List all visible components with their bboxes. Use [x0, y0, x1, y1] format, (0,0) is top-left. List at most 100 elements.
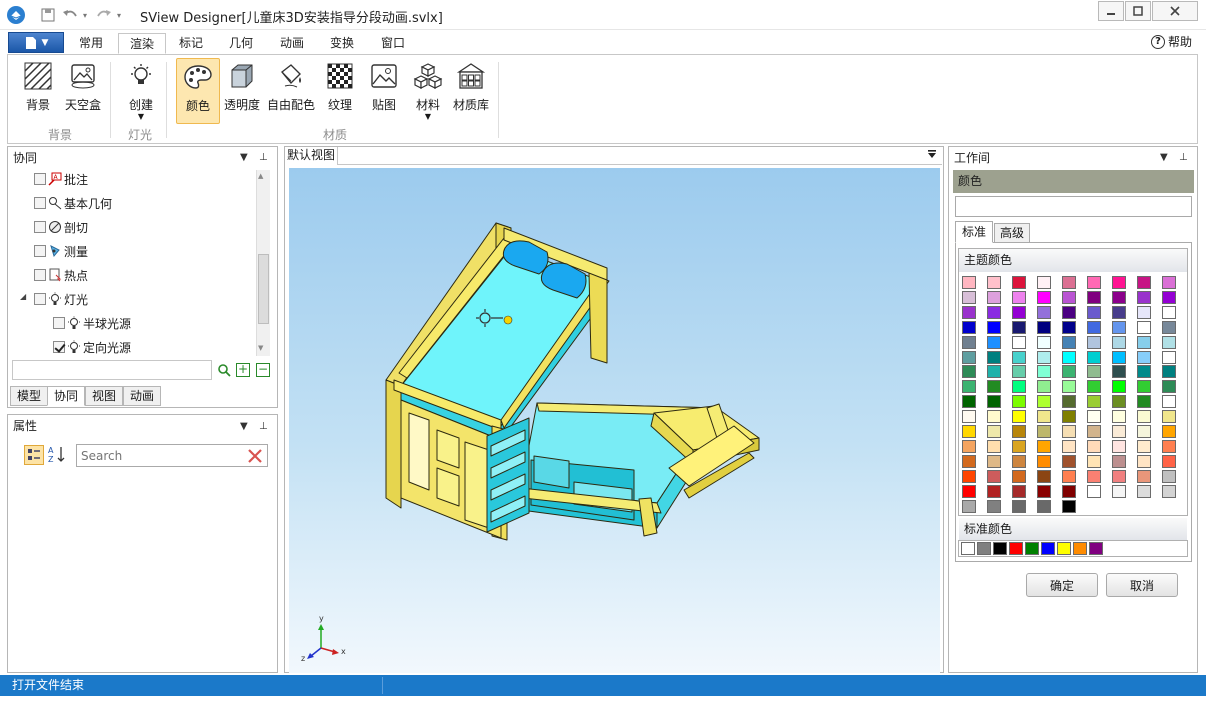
pin-icon[interactable]: ⊥ [259, 421, 268, 432]
standard-color-swatch[interactable] [1009, 542, 1023, 555]
color-swatch[interactable] [1087, 395, 1101, 409]
color-swatch[interactable] [1037, 395, 1051, 409]
color-swatch[interactable] [1087, 365, 1101, 379]
scroll-down-icon[interactable]: ▼ [258, 344, 263, 352]
color-swatch[interactable] [1012, 484, 1026, 498]
tab-common[interactable]: 常用 [68, 33, 114, 54]
tree-filter-input[interactable] [12, 360, 212, 380]
color-swatch[interactable] [1062, 350, 1076, 364]
collapse-all-icon[interactable]: − [256, 363, 270, 377]
color-swatch[interactable] [1137, 454, 1151, 468]
color-swatch[interactable] [1037, 425, 1051, 438]
color-swatch[interactable] [1012, 469, 1026, 483]
color-swatch[interactable] [1162, 454, 1176, 468]
redo-dropdown-icon[interactable]: ▾ [114, 5, 124, 25]
checkbox[interactable] [53, 317, 65, 329]
color-swatch[interactable] [1012, 380, 1026, 394]
color-swatch[interactable] [1137, 425, 1151, 438]
color-swatch[interactable] [1162, 395, 1176, 409]
viewport-tab[interactable]: 默认视图 [285, 147, 338, 165]
category-sort-button[interactable] [24, 445, 44, 465]
color-swatch[interactable] [987, 350, 1001, 364]
transparency-button[interactable]: 透明度 [222, 58, 262, 124]
tab-markup[interactable]: 标记 [168, 33, 214, 54]
color-swatch[interactable] [1012, 290, 1026, 304]
color-swatch[interactable] [1162, 469, 1176, 483]
bottom-tab-view[interactable]: 视图 [85, 386, 124, 406]
color-swatch[interactable] [962, 380, 976, 394]
color-name-input[interactable] [955, 196, 1192, 217]
color-swatch[interactable] [962, 305, 976, 319]
color-swatch[interactable] [962, 425, 976, 438]
color-swatch[interactable] [1037, 350, 1051, 364]
color-swatch[interactable] [987, 499, 1001, 513]
scrollbar-thumb[interactable] [258, 254, 269, 324]
color-swatch[interactable] [1112, 410, 1126, 424]
redo-icon[interactable] [94, 5, 114, 25]
color-swatch[interactable] [1062, 499, 1076, 513]
minimize-button[interactable] [1098, 1, 1124, 21]
bed-model[interactable] [289, 168, 940, 673]
color-swatch[interactable] [1162, 425, 1176, 438]
color-swatch[interactable] [1062, 425, 1076, 438]
color-swatch[interactable] [1062, 439, 1076, 453]
standard-color-swatch[interactable] [1089, 542, 1103, 555]
standard-color-swatch[interactable] [961, 542, 975, 555]
color-swatch[interactable] [1137, 320, 1151, 334]
color-swatch[interactable] [962, 320, 976, 334]
tree-item-measure[interactable]: 测量 [34, 239, 88, 263]
color-swatch[interactable] [1037, 335, 1051, 349]
color-swatch[interactable] [1112, 350, 1126, 364]
color-swatch[interactable] [962, 454, 976, 468]
color-swatch[interactable] [1037, 410, 1051, 424]
color-swatch[interactable] [1137, 439, 1151, 453]
color-swatch[interactable] [1062, 380, 1076, 394]
color-swatch[interactable] [1012, 335, 1026, 349]
decal-button[interactable]: 贴图 [366, 58, 402, 124]
checkbox[interactable] [34, 245, 46, 257]
color-swatch[interactable] [1037, 439, 1051, 453]
color-swatch[interactable] [1012, 499, 1026, 513]
3d-viewport[interactable]: y x z [289, 168, 940, 673]
color-swatch[interactable] [1112, 276, 1126, 289]
color-swatch[interactable] [1112, 380, 1126, 394]
color-swatch[interactable] [987, 469, 1001, 483]
checkbox[interactable] [34, 269, 46, 281]
color-swatch[interactable] [1062, 276, 1076, 289]
color-swatch[interactable] [1087, 335, 1101, 349]
material-library-button[interactable]: 材质库 [451, 58, 491, 124]
color-swatch[interactable] [1087, 380, 1101, 394]
tab-animation[interactable]: 动画 [269, 33, 315, 54]
bottom-tab-collab[interactable]: 协同 [47, 386, 86, 406]
tab-advanced[interactable]: 高级 [994, 223, 1030, 243]
color-swatch[interactable] [1162, 365, 1176, 379]
clear-search-icon[interactable] [247, 448, 263, 464]
color-swatch[interactable] [1087, 439, 1101, 453]
panel-menu-icon[interactable]: ▼ [240, 421, 248, 432]
color-swatch[interactable] [1087, 320, 1101, 334]
color-swatch[interactable] [1112, 290, 1126, 304]
color-swatch[interactable] [1062, 410, 1076, 424]
color-swatch[interactable] [1012, 395, 1026, 409]
color-swatch[interactable] [1162, 320, 1176, 334]
texture-button[interactable]: 纹理 [322, 58, 358, 124]
bottom-tab-model[interactable]: 模型 [10, 386, 49, 406]
color-swatch[interactable] [1137, 365, 1151, 379]
tree-item-annotation[interactable]: A 批注 [34, 167, 88, 191]
color-swatch[interactable] [987, 380, 1001, 394]
color-swatch[interactable] [1137, 380, 1151, 394]
color-swatch[interactable] [1137, 276, 1151, 289]
color-swatch[interactable] [987, 439, 1001, 453]
pin-icon[interactable]: ⊥ [1179, 152, 1188, 163]
color-swatch[interactable] [987, 454, 1001, 468]
color-swatch[interactable] [987, 484, 1001, 498]
color-swatch[interactable] [1087, 425, 1101, 438]
color-swatch[interactable] [1012, 305, 1026, 319]
color-swatch[interactable] [962, 484, 976, 498]
color-swatch[interactable] [1162, 484, 1176, 498]
color-swatch[interactable] [962, 335, 976, 349]
cancel-button[interactable]: 取消 [1106, 573, 1178, 597]
color-swatch[interactable] [1012, 320, 1026, 334]
scroll-up-icon[interactable]: ▲ [258, 172, 263, 180]
standard-color-swatch[interactable] [1025, 542, 1039, 555]
